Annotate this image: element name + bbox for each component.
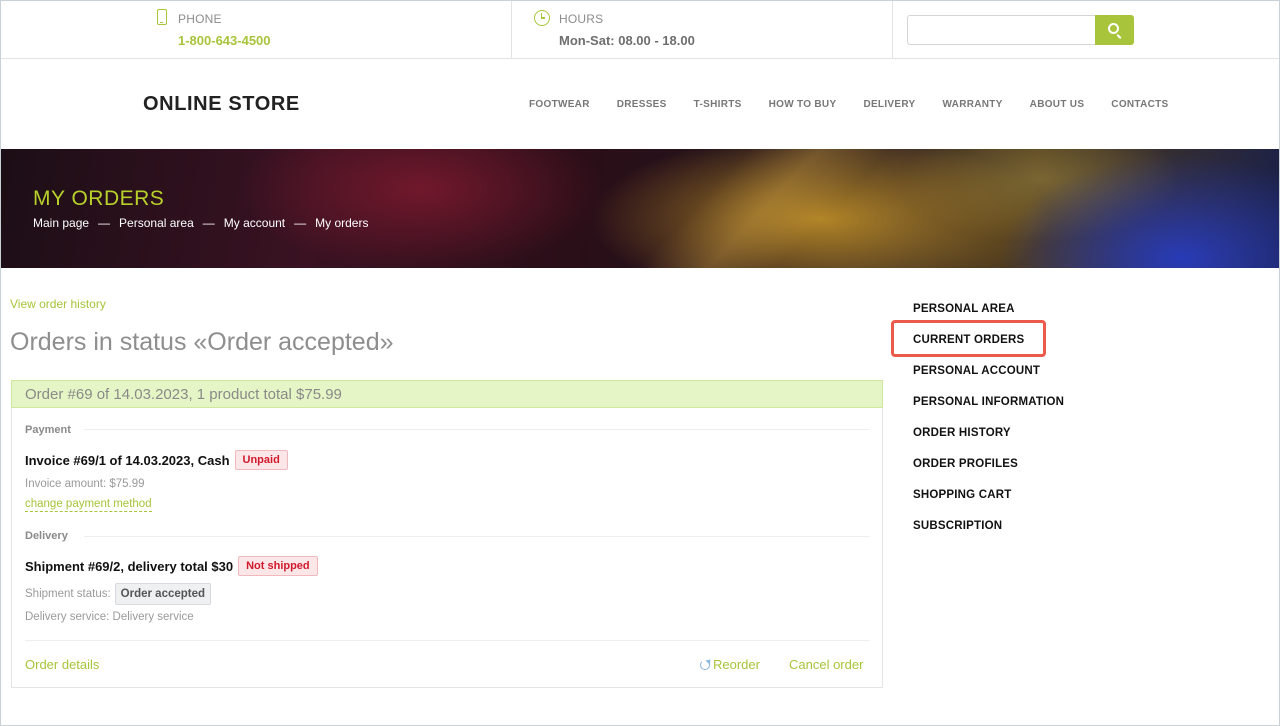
breadcrumb-main-page[interactable]: Main page: [33, 216, 89, 230]
search-input[interactable]: [907, 15, 1095, 45]
breadcrumb-separator: —: [294, 216, 307, 230]
nav-about-us[interactable]: ABOUT US: [1030, 99, 1085, 110]
nav-dresses[interactable]: DRESSES: [617, 99, 667, 110]
shipment-status-row: Shipment status: Order accepted: [25, 583, 212, 605]
store-logo[interactable]: ONLINE STORE: [143, 93, 300, 116]
main-nav: FOOTWEAR DRESSES T-SHIRTS HOW TO BUY DEL…: [529, 99, 1196, 110]
breadcrumb-separator: —: [202, 216, 215, 230]
breadcrumb-personal-area[interactable]: Personal area: [119, 216, 194, 230]
invoice-amount: Invoice amount: $75.99: [25, 478, 145, 490]
breadcrumb-my-orders: My orders: [315, 216, 369, 230]
nav-how-to-buy[interactable]: HOW TO BUY: [769, 99, 837, 110]
shipment-row: Shipment #69/2, delivery total $30 Not s…: [25, 556, 318, 576]
reorder-label: Reorder: [713, 657, 760, 672]
breadcrumb-separator: —: [98, 216, 111, 230]
top-bar: PHONE 1-800-643-4500 HOURS Mon-Sat: 08.0…: [1, 1, 1279, 59]
hours-block: HOURS Mon-Sat: 08.00 - 18.00: [511, 1, 893, 59]
search-icon: [1108, 23, 1119, 34]
phone-icon: [157, 9, 167, 25]
delivery-service: Delivery service: Delivery service: [25, 611, 194, 623]
cancel-order-link[interactable]: Cancel order: [789, 657, 863, 672]
order-header: Order #69 of 14.03.2023, 1 product total…: [11, 380, 883, 408]
reorder-link[interactable]: Reorder: [700, 657, 760, 672]
nav-delivery[interactable]: DELIVERY: [863, 99, 915, 110]
not-shipped-badge: Not shipped: [238, 556, 318, 576]
page-banner: MY ORDERS Main page — Personal area — My…: [1, 149, 1279, 268]
hours-label: HOURS: [559, 12, 604, 26]
search-button[interactable]: [1095, 15, 1134, 45]
nav-warranty[interactable]: WARRANTY: [942, 99, 1002, 110]
breadcrumb-my-account[interactable]: My account: [224, 216, 285, 230]
change-payment-method-link[interactable]: change payment method: [25, 498, 152, 512]
sidebar-item-personal-area[interactable]: PERSONAL AREA: [913, 303, 1015, 315]
search-block: [892, 1, 1279, 59]
nav-contacts[interactable]: CONTACTS: [1111, 99, 1168, 110]
clock-icon: [534, 10, 550, 26]
payment-section-label: Payment: [25, 424, 71, 436]
hours-value: Mon-Sat: 08.00 - 18.00: [559, 33, 695, 48]
shipment-status-badge: Order accepted: [114, 583, 212, 605]
divider: [84, 536, 869, 537]
sidebar-item-order-profiles[interactable]: ORDER PROFILES: [913, 458, 1018, 470]
phone-label: PHONE: [178, 12, 222, 26]
sidebar-item-personal-information[interactable]: PERSONAL INFORMATION: [913, 396, 1064, 408]
invoice-row: Invoice #69/1 of 14.03.2023, Cash Unpaid: [25, 450, 288, 470]
refresh-icon: [700, 659, 710, 670]
unpaid-badge: Unpaid: [234, 450, 288, 470]
sidebar-item-subscription[interactable]: SUBSCRIPTION: [913, 520, 1002, 532]
invoice-title: Invoice #69/1 of 14.03.2023, Cash: [25, 452, 230, 468]
sidebar-item-personal-account[interactable]: PERSONAL ACCOUNT: [913, 365, 1040, 377]
view-order-history-link[interactable]: View order history: [10, 297, 106, 311]
delivery-section-label: Delivery: [25, 530, 68, 542]
divider: [25, 640, 869, 641]
divider: [84, 429, 869, 430]
shipment-title: Shipment #69/2, delivery total $30: [25, 558, 234, 574]
order-header-text: Order #69 of 14.03.2023, 1 product total…: [25, 386, 342, 403]
orders-heading: Orders in status «Order accepted»: [10, 328, 394, 356]
sidebar-item-order-history[interactable]: ORDER HISTORY: [913, 427, 1011, 439]
nav-t-shirts[interactable]: T-SHIRTS: [694, 99, 742, 110]
current-orders-highlight: [891, 320, 1046, 357]
sidebar-item-shopping-cart[interactable]: SHOPPING CART: [913, 489, 1011, 501]
page-title: MY ORDERS: [33, 187, 165, 210]
phone-number[interactable]: 1-800-643-4500: [178, 33, 271, 48]
banner-decoration: [520, 149, 942, 268]
site-header: ONLINE STORE FOOTWEAR DRESSES T-SHIRTS H…: [1, 59, 1279, 149]
breadcrumb: Main page — Personal area — My account —…: [33, 216, 368, 230]
nav-footwear[interactable]: FOOTWEAR: [529, 99, 590, 110]
order-card: Order #69 of 14.03.2023, 1 product total…: [11, 380, 883, 688]
order-details-link[interactable]: Order details: [25, 657, 99, 672]
shipment-status-label: Shipment status:: [25, 588, 111, 600]
